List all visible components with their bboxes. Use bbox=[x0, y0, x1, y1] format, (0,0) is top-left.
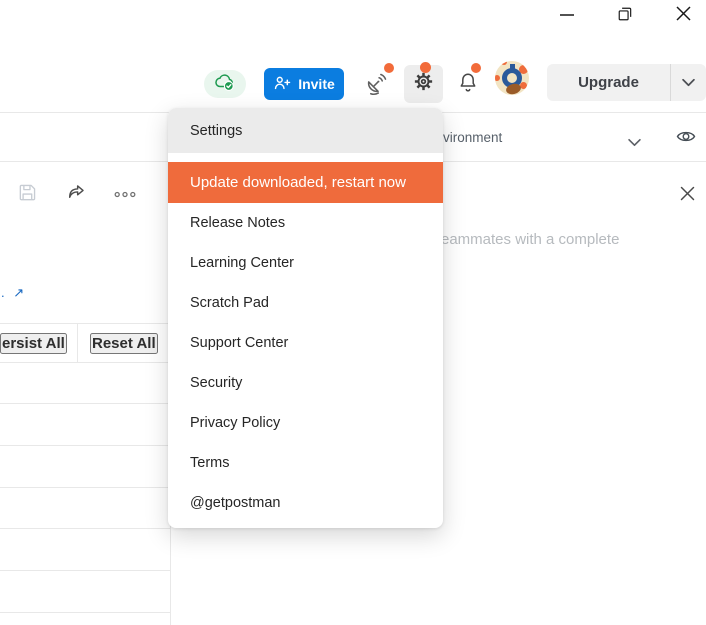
save-icon bbox=[17, 182, 38, 206]
menu-item-scratch-pad[interactable]: Scratch Pad bbox=[168, 283, 443, 323]
avatar-art bbox=[509, 63, 515, 69]
notification-dot bbox=[384, 63, 394, 73]
window-minimize-button[interactable] bbox=[553, 3, 581, 29]
external-link-icon: ↗ bbox=[13, 285, 25, 300]
menu-item-label: Privacy Policy bbox=[190, 415, 281, 431]
notifications-bell-button[interactable] bbox=[455, 71, 481, 97]
cloud-check-icon bbox=[213, 71, 237, 98]
menu-item-security[interactable]: Security bbox=[168, 363, 443, 403]
more-options-button[interactable] bbox=[112, 187, 138, 201]
upgrade-dropdown-button[interactable] bbox=[671, 64, 706, 101]
satellite-button[interactable] bbox=[361, 70, 391, 100]
menu-item-label: Release Notes bbox=[190, 215, 286, 231]
notification-dot bbox=[420, 62, 431, 73]
person-add-icon bbox=[273, 74, 291, 94]
table-row-divider bbox=[0, 570, 170, 571]
chevron-down-icon[interactable] bbox=[628, 134, 641, 152]
menu-item-privacy-policy[interactable]: Privacy Policy bbox=[168, 403, 443, 443]
environment-preview-button[interactable] bbox=[676, 129, 696, 147]
eye-icon bbox=[676, 131, 696, 147]
table-row-divider bbox=[0, 487, 170, 488]
persist-all-button[interactable]: ersist All bbox=[0, 333, 67, 354]
upgrade-button[interactable]: Upgrade bbox=[547, 64, 670, 101]
menu-item-label: Support Center bbox=[190, 335, 289, 351]
menu-item-label: Settings bbox=[190, 122, 243, 139]
share-button[interactable] bbox=[63, 181, 89, 207]
link-text-fragment: . bbox=[1, 285, 5, 300]
close-icon bbox=[679, 185, 696, 205]
table-row-divider bbox=[0, 528, 170, 529]
documentation-link[interactable]: . ↗ bbox=[1, 285, 24, 301]
avatar-art bbox=[501, 61, 507, 65]
table-row-divider bbox=[0, 612, 170, 613]
table-border bbox=[0, 362, 170, 363]
bell-icon bbox=[456, 71, 480, 98]
menu-item-label: Terms bbox=[190, 455, 230, 471]
menu-item-label: Update downloaded, restart now bbox=[190, 174, 406, 191]
sync-status-button[interactable] bbox=[204, 70, 246, 98]
menu-item-update-restart[interactable]: Update downloaded, restart now bbox=[168, 162, 443, 203]
save-button[interactable] bbox=[14, 181, 40, 207]
menu-item-label: Scratch Pad bbox=[190, 295, 269, 311]
upgrade-button-group: Upgrade bbox=[547, 64, 706, 101]
satellite-icon bbox=[364, 71, 389, 99]
user-avatar-button[interactable] bbox=[495, 61, 529, 95]
chevron-down-icon bbox=[682, 75, 695, 90]
close-panel-button[interactable] bbox=[675, 183, 699, 207]
menu-item-label: Learning Center bbox=[190, 255, 294, 271]
environment-selector[interactable]: vironment bbox=[443, 130, 502, 145]
menu-item-label: Security bbox=[190, 375, 243, 391]
upgrade-button-label: Upgrade bbox=[578, 74, 639, 91]
notification-dot bbox=[471, 63, 481, 73]
minimize-icon bbox=[559, 7, 575, 26]
window-restore-button[interactable] bbox=[611, 2, 639, 28]
close-icon bbox=[675, 5, 692, 25]
reset-all-button[interactable]: Reset All bbox=[90, 333, 158, 354]
avatar-art bbox=[495, 75, 500, 81]
window-close-button[interactable] bbox=[669, 2, 697, 28]
menu-item-learning-center[interactable]: Learning Center bbox=[168, 243, 443, 283]
app-settings-menu: Settings Update downloaded, restart now … bbox=[168, 108, 443, 528]
share-icon bbox=[65, 181, 88, 207]
menu-item-label: @getpostman bbox=[190, 495, 281, 511]
table-border bbox=[0, 323, 170, 324]
restore-icon bbox=[616, 5, 634, 26]
invite-button[interactable]: Invite bbox=[264, 68, 344, 100]
menu-item-settings[interactable]: Settings bbox=[168, 108, 443, 153]
invite-button-label: Invite bbox=[298, 76, 335, 92]
menu-item-support-center[interactable]: Support Center bbox=[168, 323, 443, 363]
menu-item-release-notes[interactable]: Release Notes bbox=[168, 203, 443, 243]
table-row-divider bbox=[0, 445, 170, 446]
menu-item-terms[interactable]: Terms bbox=[168, 443, 443, 483]
menu-item-getpostman[interactable]: @getpostman bbox=[168, 483, 443, 523]
table-row-divider bbox=[0, 403, 170, 404]
divider bbox=[77, 323, 78, 362]
gear-icon bbox=[412, 70, 435, 98]
ellipsis-icon bbox=[113, 187, 137, 202]
teammates-hint-text: eammates with a complete bbox=[441, 231, 620, 248]
